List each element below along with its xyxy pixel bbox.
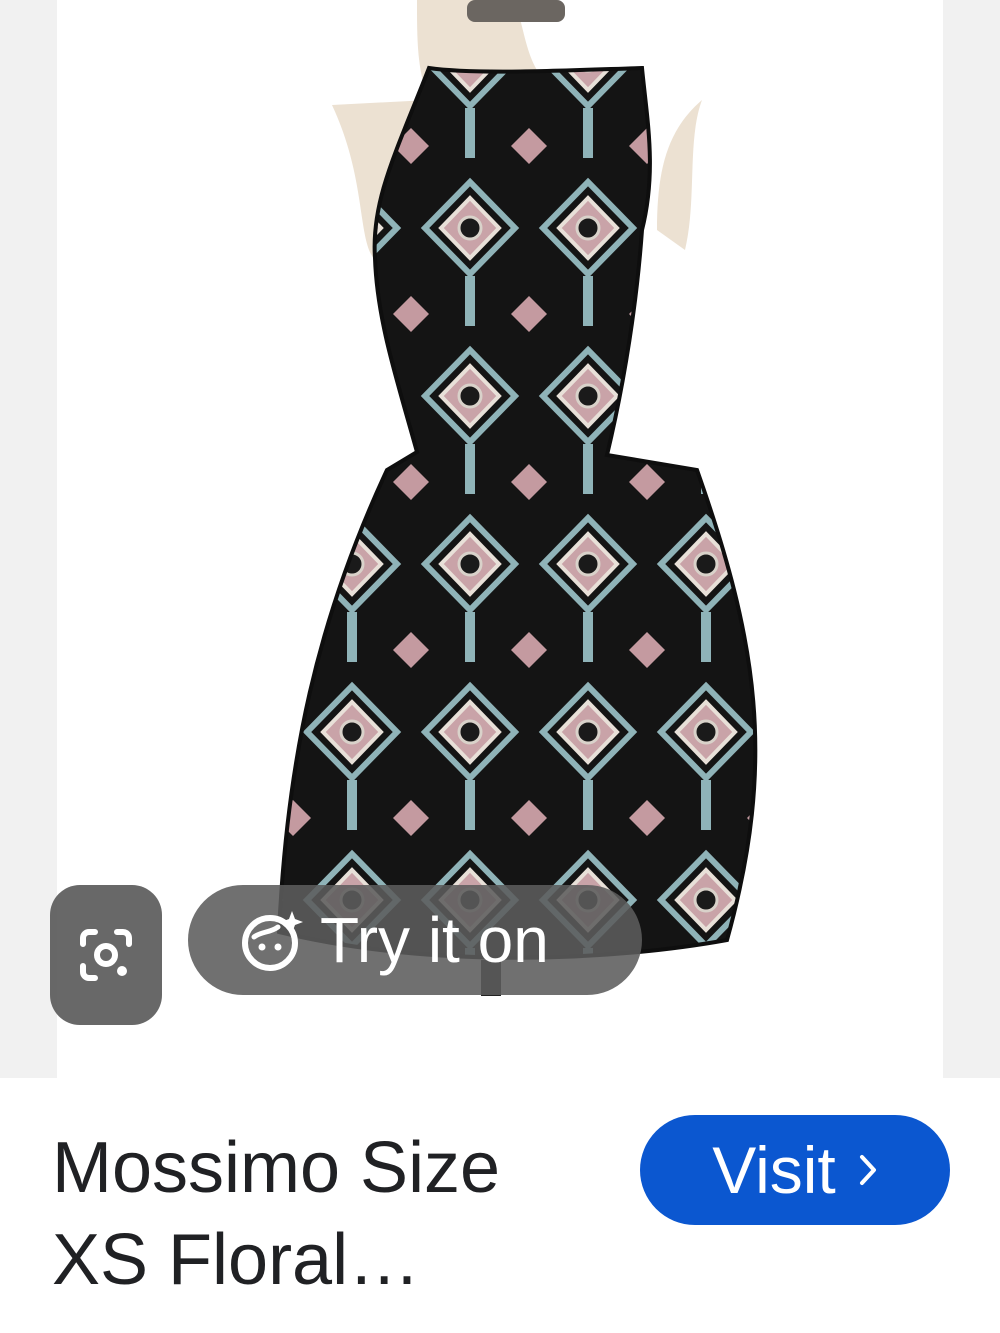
product-title[interactable]: Mossimo Size XS Floral…: [52, 1122, 612, 1306]
chevron-right-icon: [859, 1155, 876, 1185]
visit-label: Visit: [712, 1133, 836, 1207]
image-viewer: Try it on: [0, 0, 1000, 1078]
try-it-on-button[interactable]: Try it on: [188, 885, 642, 995]
lens-button[interactable]: [50, 885, 162, 1025]
try-it-on-label: Try it on: [320, 904, 549, 976]
google-lens-icon: [80, 929, 132, 981]
sparkle-face-icon: [242, 911, 303, 971]
visit-button[interactable]: Visit: [640, 1115, 950, 1225]
